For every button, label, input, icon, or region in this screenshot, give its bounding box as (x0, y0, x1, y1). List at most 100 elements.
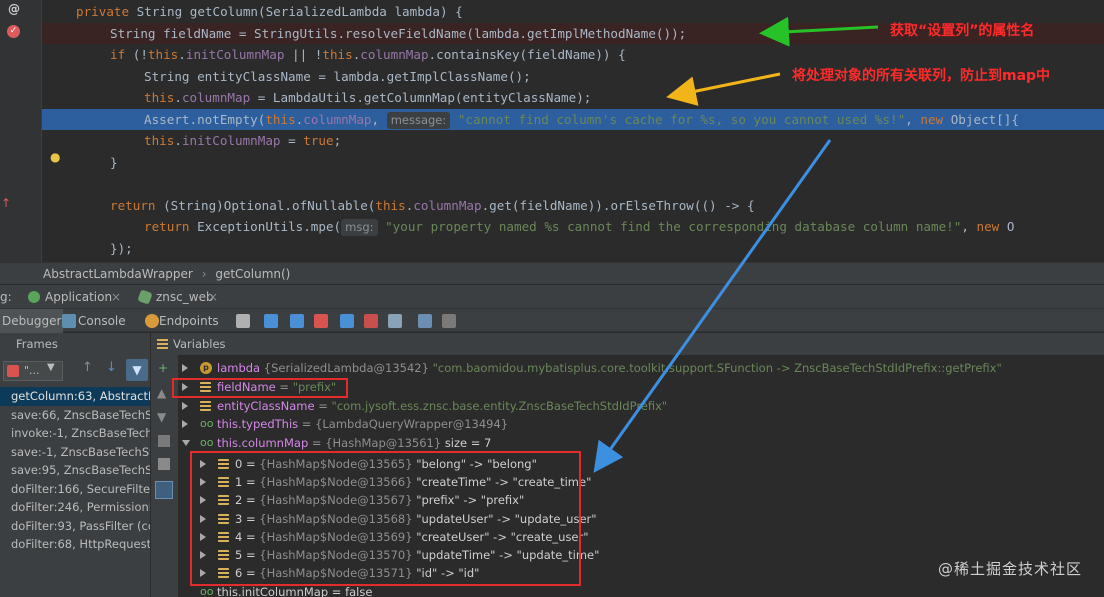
code-line[interactable]: } (42, 152, 1104, 174)
drop-frame-icon[interactable] (364, 314, 378, 328)
expand-arrow-icon[interactable] (182, 402, 188, 410)
frame-item[interactable]: save:-1, ZnscBaseTechStdId (0, 443, 150, 462)
breadcrumb-method[interactable]: getColumn() (215, 267, 290, 281)
frame-item[interactable]: save:95, ZnscBaseTechStdId (0, 461, 150, 480)
step-into-icon[interactable] (290, 314, 304, 328)
variable-text: this.columnMap = {HashMap@13561} size = … (217, 434, 491, 452)
editor-gutter[interactable]: @ ✓ ● ↑ (0, 0, 60, 262)
tab-znsc-web[interactable]: znsc_web (156, 285, 214, 309)
variable-name: lambda (217, 361, 261, 375)
tab-close-icon[interactable]: × (208, 285, 218, 309)
code-line[interactable]: if (!this.initColumnMap || !this.columnM… (42, 44, 1104, 66)
override-icon[interactable]: @ (8, 2, 20, 16)
frame-item[interactable]: doFilter:166, SecureFilter (cc (0, 480, 150, 499)
code-token: . (174, 133, 182, 148)
watch-icon: oo (200, 585, 214, 597)
layout-icon[interactable] (442, 314, 456, 328)
code-token: = (280, 133, 304, 148)
show-execution-point-icon[interactable] (236, 314, 250, 328)
code-token: true (303, 133, 334, 148)
frames-title: Frames (16, 337, 58, 351)
variable-row[interactable]: oo this.columnMap = {HashMap@13561} size … (178, 434, 1104, 452)
collapse-arrow-icon[interactable] (182, 440, 190, 446)
variable-name: entityClassName (217, 399, 315, 413)
code-token: ExceptionUtils.mpe( (197, 219, 342, 234)
evaluate-expression-icon[interactable] (418, 314, 432, 328)
step-out-icon[interactable] (340, 314, 354, 328)
variable-ref: = (314, 399, 332, 413)
code-line[interactable]: return (String)Optional.ofNullable(this.… (42, 195, 1104, 217)
view-icon[interactable] (155, 481, 173, 499)
code-token: Assert.notEmpty( (144, 111, 266, 127)
breadcrumb-class[interactable]: AbstractLambdaWrapper (43, 267, 193, 281)
run-to-cursor-icon[interactable] (388, 314, 402, 328)
variable-ref: = {LambdaQueryWrapper@13494} (298, 417, 509, 431)
code-token: } (110, 154, 118, 170)
parameter-hint: msg: (341, 219, 378, 236)
code-line[interactable]: Assert.notEmpty(this.columnMap, message:… (42, 108, 1104, 130)
code-token: return (144, 219, 198, 234)
code-line[interactable] (42, 173, 1104, 195)
expand-arrow-icon[interactable] (182, 364, 188, 372)
force-step-into-icon[interactable] (314, 314, 328, 328)
code-token: this (322, 47, 353, 62)
code-token: (! (132, 47, 148, 62)
variable-text: entityClassName = "com.jysoft.ess.znsc.b… (217, 397, 667, 415)
code-line[interactable]: return ExceptionUtils.mpe(msg: "your pro… (42, 216, 1104, 238)
code-line[interactable]: this.initColumnMap = true; (42, 130, 1104, 152)
code-token: this (144, 90, 175, 105)
variable-row[interactable]: p lambda {SerializedLambda@13542} "com.ba… (178, 359, 1104, 377)
code-token: ofNullable( (291, 197, 376, 213)
variable-name: this.typedThis (217, 417, 299, 431)
chevron-down-icon[interactable]: ▼ (47, 362, 55, 373)
code-token: private (76, 4, 137, 19)
thread-icon (7, 365, 19, 377)
code-line[interactable]: }); (42, 238, 1104, 260)
code-token: this (375, 197, 406, 213)
arrow-up-icon[interactable]: ↑ (82, 360, 93, 375)
run-tabs: g: Application × znsc_web × (0, 284, 1104, 308)
watch-icon: oo (200, 436, 214, 449)
bug-icon (137, 289, 153, 305)
tab-debugger[interactable]: Debugger (0, 309, 64, 333)
frame-item[interactable]: doFilter:93, PassFilter (com. (0, 517, 150, 536)
arrow-down-icon[interactable]: ↓ (106, 360, 117, 375)
stop-icon[interactable] (158, 435, 170, 447)
filter-icon[interactable]: ▼ (126, 359, 148, 381)
code-token: Object[]{ (950, 111, 1019, 127)
step-over-icon[interactable] (264, 314, 278, 328)
add-watch-icon[interactable]: + (158, 361, 168, 375)
code-token: , (371, 111, 387, 127)
annotation-field-name: 获取“设置列”的属性名 (890, 23, 1035, 39)
frame-item[interactable]: save:66, ZnscBaseTechStdId (0, 406, 150, 425)
down-icon[interactable]: ▼ (157, 410, 166, 424)
variable-row[interactable]: oo this.typedThis = {LambdaQueryWrapper@1… (178, 415, 1104, 433)
tab-endpoints[interactable]: Endpoints (159, 309, 219, 333)
frame-item[interactable]: getColumn:63, AbstractLam (0, 387, 150, 406)
tab-console[interactable]: Console (78, 309, 126, 333)
copy-icon[interactable] (158, 458, 170, 470)
expand-arrow-icon[interactable] (182, 420, 188, 428)
debug-toolbar: Debugger Console Endpoints (0, 308, 1104, 333)
code-token: new (976, 219, 1007, 234)
up-arrow-icon: ↑ (1, 196, 12, 210)
breakpoint-icon[interactable]: ✓ (7, 25, 20, 38)
tab-close-icon[interactable]: × (111, 285, 121, 309)
frames-tools: "... ▼ ↑ ↓ ▼ (0, 355, 151, 387)
code-token: String getColumn(SerializedLambda lambda… (136, 4, 463, 19)
tab-application[interactable]: Application (45, 285, 112, 309)
frame-item[interactable]: invoke:-1, ZnscBaseTechStd (0, 424, 150, 443)
up-icon[interactable]: ▲ (157, 386, 166, 400)
application-icon (28, 291, 40, 303)
code-token: String entityClassName = lambda.getImplC… (144, 68, 531, 84)
variable-row[interactable]: entityClassName = "com.jysoft.ess.znsc.b… (178, 397, 1104, 415)
code-token: .get(fieldName)).orElseThrow(() -> { (481, 197, 755, 213)
code-editor[interactable]: @ ✓ ● ↑ private String getColumn(Seriali… (0, 0, 1104, 262)
code-line[interactable]: this.columnMap = LambdaUtils.getColumnMa… (42, 87, 1104, 109)
variables-icon (157, 339, 168, 349)
frame-item[interactable]: doFilter:68, HttpRequestFilte (0, 535, 150, 554)
frame-item[interactable]: doFilter:246, PermissionFilte (0, 498, 150, 517)
variable-name: this.columnMap (217, 436, 309, 450)
highlight-field-name (172, 378, 348, 398)
frames-list[interactable]: getColumn:63, AbstractLamsave:66, ZnscBa… (0, 387, 151, 597)
